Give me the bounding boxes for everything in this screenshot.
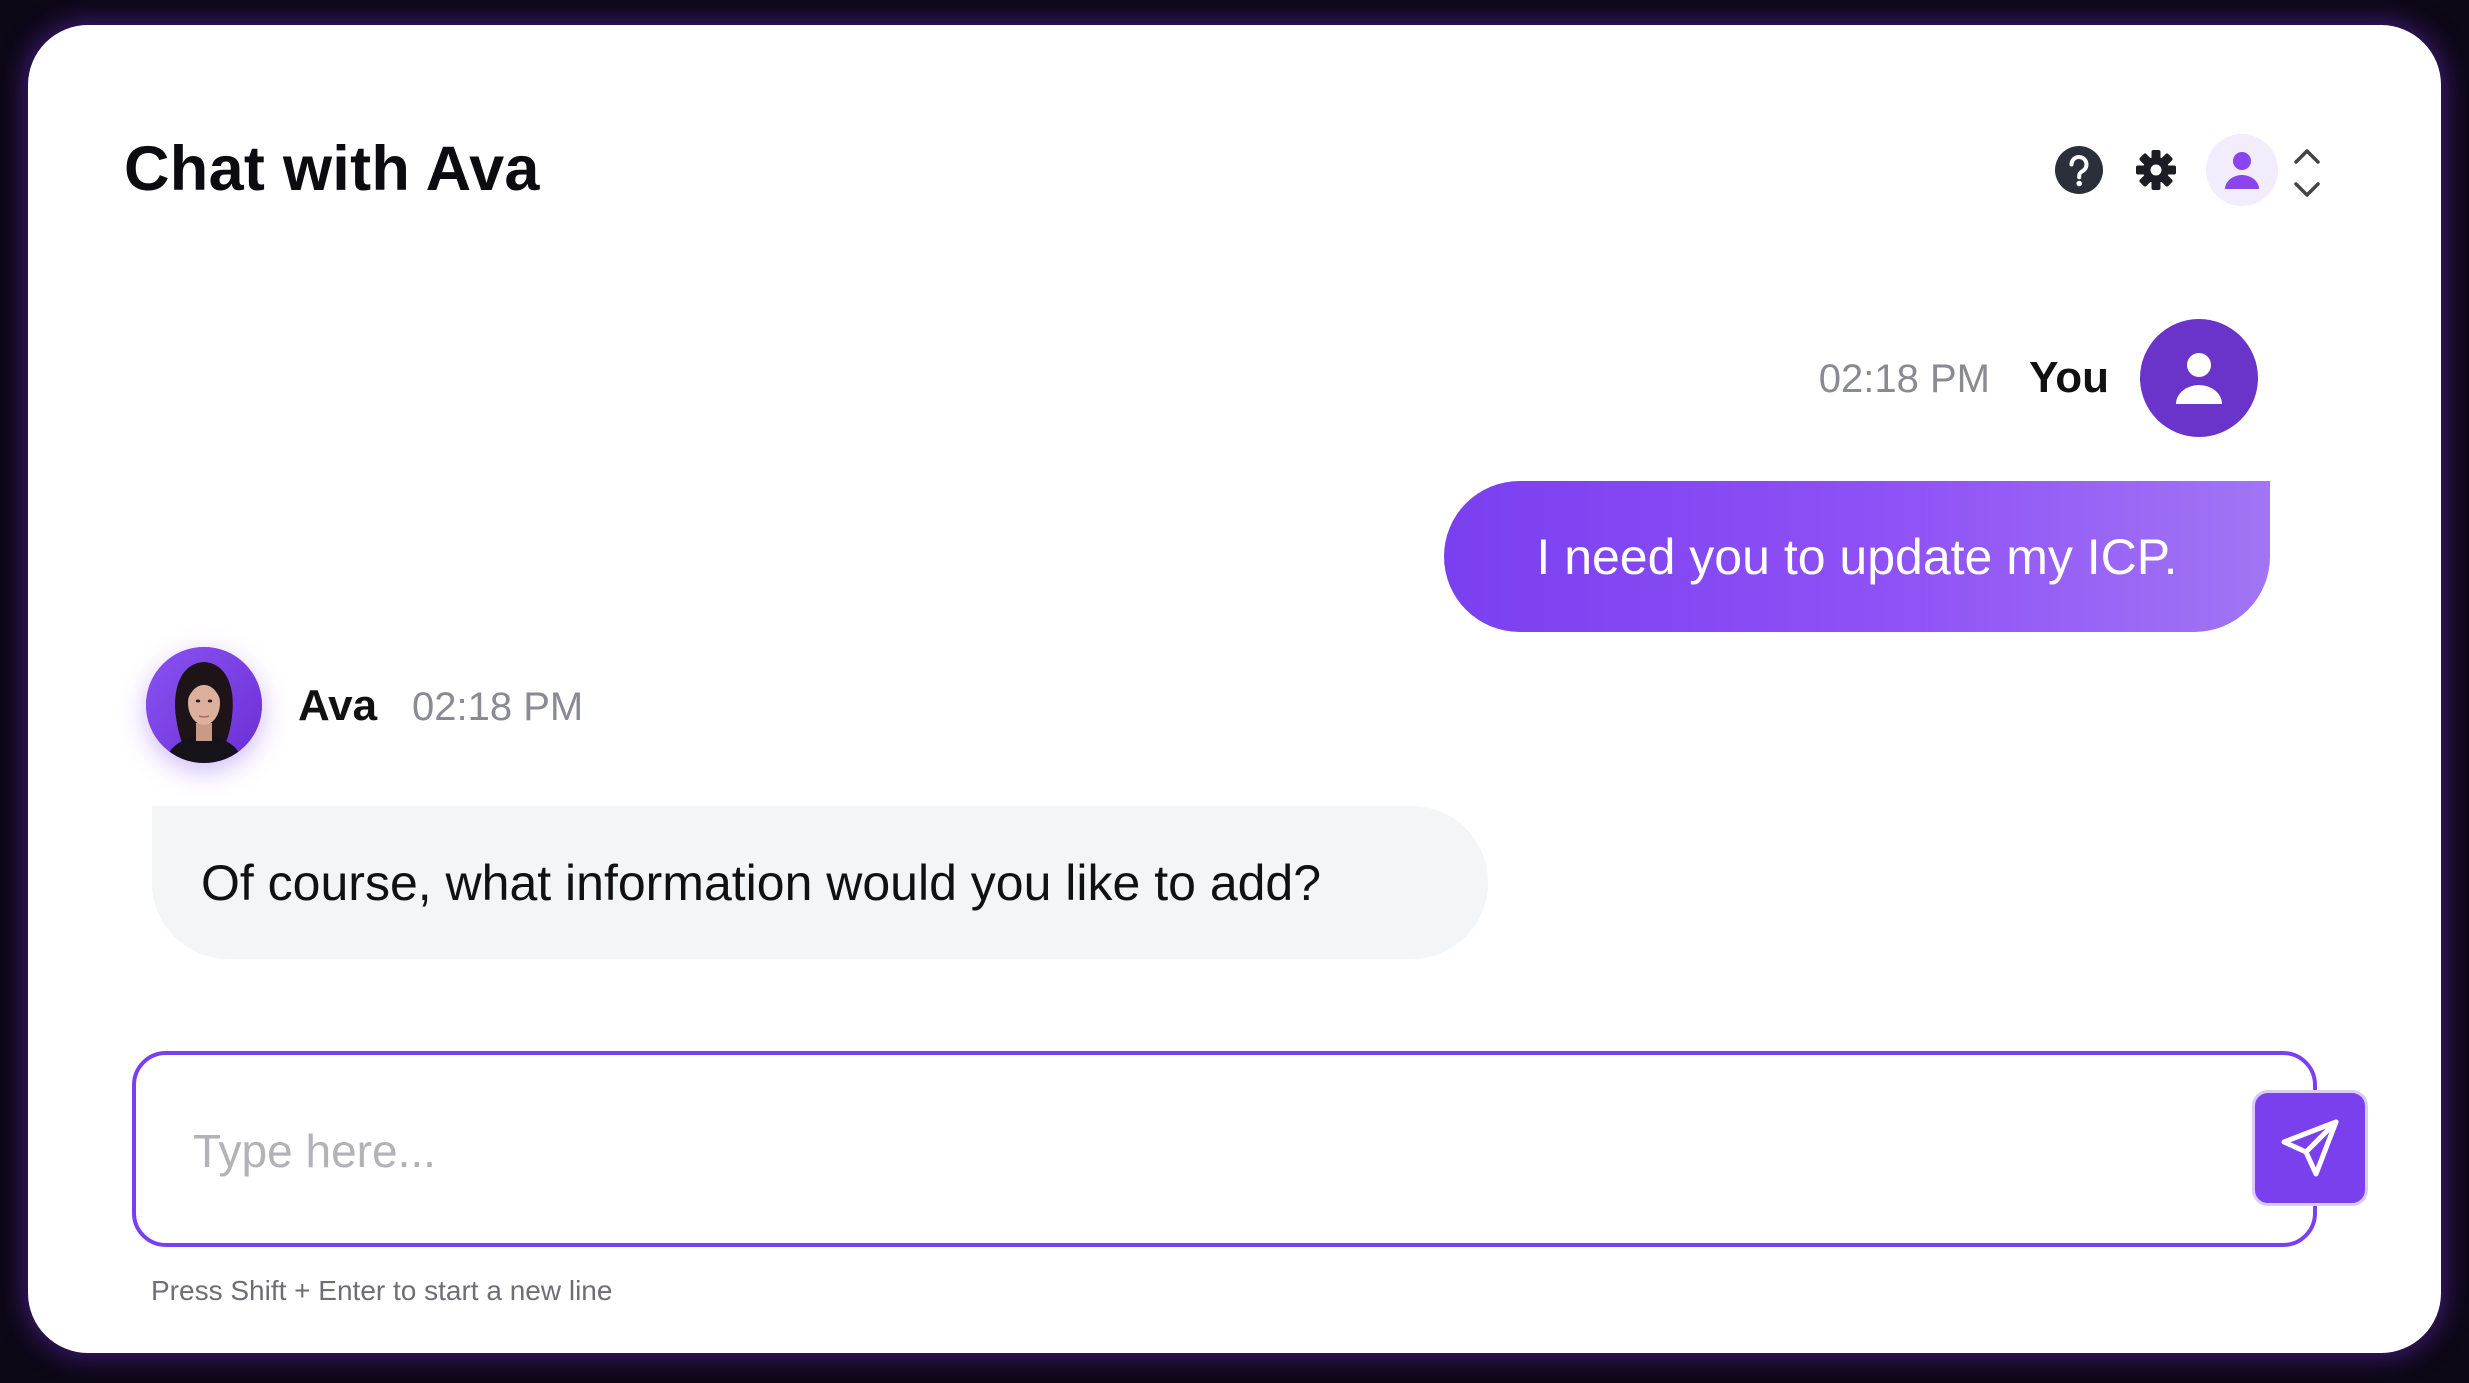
user-icon — [2176, 353, 2222, 404]
message-sender-name: Ava — [298, 681, 378, 730]
gear-icon[interactable] — [2135, 149, 2177, 191]
chevrons-up-down-icon[interactable] — [2286, 145, 2328, 201]
send-button[interactable] — [2252, 1090, 2368, 1206]
chat-window: Chat with Ava 02:18 PM You I need you to… — [28, 25, 2441, 1353]
page-title: Chat with Ava — [124, 134, 540, 204]
avatar — [146, 647, 262, 763]
message-sender-name: You — [2029, 353, 2109, 402]
message-timestamp: 02:18 PM — [412, 685, 584, 729]
help-icon[interactable] — [2054, 145, 2104, 195]
message-input[interactable] — [191, 1105, 2095, 1197]
message-timestamp: 02:18 PM — [1818, 357, 1990, 401]
user-menu-avatar[interactable] — [2206, 134, 2278, 206]
user-icon — [2225, 152, 2259, 189]
avatar — [2140, 319, 2258, 437]
composer-hint: Press Shift + Enter to start a new line — [151, 1275, 613, 1306]
message-composer — [132, 1051, 2368, 1247]
message-bubble-user: I need you to update my ICP. — [1444, 481, 2270, 632]
message-bubble-assistant: Of course, what information would you li… — [152, 806, 1488, 959]
send-icon — [2281, 1119, 2339, 1177]
